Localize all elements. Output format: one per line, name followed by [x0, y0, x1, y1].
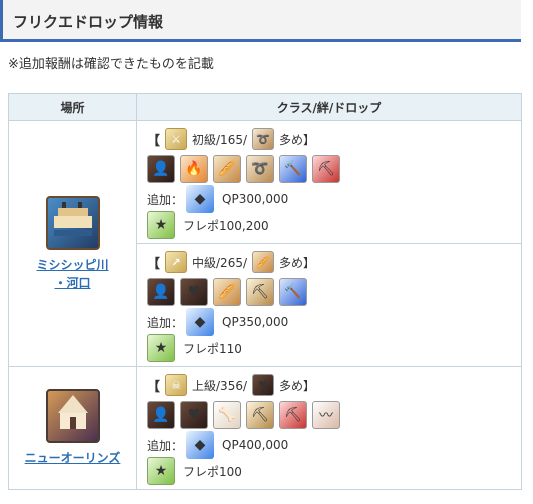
- blue-hammer-icon[interactable]: 🔨: [279, 155, 307, 183]
- pickaxe-icon[interactable]: ⛏: [246, 401, 274, 429]
- extra-reward-line: 追加： ◆ QP350,000: [147, 308, 521, 336]
- quest-info-line: 【 ⚔ 初級/165/ ➰ 多め】: [147, 127, 521, 151]
- place-link-new-orleans[interactable]: ニューオーリンズ: [10, 449, 135, 467]
- bracket-open: 【: [147, 133, 161, 149]
- horn-icon[interactable]: ➰: [246, 155, 274, 183]
- qp-value: QP350,000: [222, 315, 289, 329]
- heart-stone-icon[interactable]: ♥: [180, 278, 208, 306]
- lancer-class-icon: ↗: [165, 251, 188, 273]
- friend-point-line: ★ フレポ100,200: [147, 211, 521, 239]
- friend-point-line: ★ フレポ110: [147, 334, 521, 362]
- quest-info-line: 【 ☠ 上級/356/ ♥ 多め】: [147, 373, 521, 397]
- qp-value: QP400,000: [222, 438, 289, 452]
- add-label: 追加：: [147, 192, 184, 207]
- friend-point-icon: ★: [147, 457, 175, 485]
- friend-point-icon: ★: [147, 334, 175, 362]
- qp-value: QP300,000: [222, 192, 289, 206]
- friend-point-icon: ★: [147, 211, 175, 239]
- new-orleans-icon: [45, 389, 100, 443]
- quest-info-line: 【 ↗ 中級/265/ 🥖 多め】: [147, 250, 521, 274]
- place-line: ニューオーリンズ: [24, 451, 121, 465]
- drop-items: 👤 ♥ 🥖 ⛏ 🔨: [147, 276, 521, 308]
- add-label: 追加：: [147, 315, 184, 330]
- place-line: ・河口: [54, 275, 91, 290]
- bone-icon[interactable]: 🦴: [213, 401, 241, 429]
- heart-stone-item-icon[interactable]: ♥: [252, 374, 275, 396]
- quest-cell-advanced: 【 ☠ 上級/356/ ♥ 多め】 👤 ♥ 🦴 ⛏ ⛏ 〰 追加： ◆ QP40…: [136, 366, 522, 490]
- quest-level: 初級/165/: [192, 132, 248, 147]
- place-link-mississippi[interactable]: ミシシッピ川 ・河口: [10, 256, 135, 292]
- bread-icon[interactable]: 🥖: [213, 155, 241, 183]
- many-label: 多め】: [279, 255, 316, 270]
- extra-reward-line: 追加： ◆ QP300,000: [147, 185, 521, 213]
- saber-class-icon: ⚔: [165, 128, 188, 150]
- place-cell: ミシシッピ川 ・河口: [8, 120, 137, 367]
- blue-hammer-icon[interactable]: 🔨: [279, 278, 307, 306]
- quest-cell-beginner: 【 ⚔ 初級/165/ ➰ 多め】 👤 🔥 🥖 ➰ 🔨 ⛏ 追加： ◆ QP30…: [136, 120, 522, 244]
- qp-gem-icon: ◆: [186, 185, 215, 213]
- quest-level: 中級/265/: [192, 255, 248, 270]
- servant-icon[interactable]: 👤: [147, 278, 175, 306]
- table-row: ニューオーリンズ 【 ☠ 上級/356/ ♥ 多め】 👤 ♥ 🦴 ⛏ ⛏ 〰 追…: [8, 366, 522, 490]
- bread-icon[interactable]: 🥖: [213, 278, 241, 306]
- horn-item-icon[interactable]: ➰: [252, 128, 275, 150]
- header-place: 場所: [8, 93, 137, 121]
- header-class-drop: クラス/絆/ドロップ: [136, 93, 522, 121]
- fp-value: フレポ100: [183, 464, 242, 479]
- note-text: ※追加報酬は確認できたものを記載: [8, 57, 214, 72]
- drop-items: 👤 🔥 🥖 ➰ 🔨 ⛏: [147, 153, 521, 185]
- place-cell: ニューオーリンズ: [8, 366, 137, 490]
- quest-cell-intermediate: 【 ↗ 中級/265/ 🥖 多め】 👤 ♥ 🥖 ⛏ 🔨 追加： ◆ QP350,…: [136, 243, 522, 367]
- heart-stone-icon[interactable]: ♥: [180, 401, 208, 429]
- fp-value: フレポ100,200: [183, 218, 269, 233]
- bracket-open: 【: [147, 379, 161, 395]
- whip-icon[interactable]: 〰: [312, 401, 340, 429]
- red-shovel-icon[interactable]: ⛏: [312, 155, 340, 183]
- extra-reward-line: 追加： ◆ QP400,000: [147, 431, 521, 459]
- flame-feather-icon[interactable]: 🔥: [180, 155, 208, 183]
- berserker-class-icon: ☠: [165, 374, 188, 396]
- drop-items: 👤 ♥ 🦴 ⛏ ⛏ 〰: [147, 399, 521, 431]
- mississippi-river-icon: [45, 195, 100, 250]
- fp-value: フレポ110: [183, 341, 242, 356]
- section-heading: フリクエドロップ情報: [0, 0, 521, 42]
- many-label: 多め】: [279, 378, 316, 393]
- qp-gem-icon: ◆: [186, 308, 215, 336]
- quest-level: 上級/356/: [192, 378, 248, 393]
- drop-table: 場所 クラス/絆/ドロップ ミシシッピ川 ・河口 【 ⚔ 初級/165/ ➰ 多…: [8, 93, 522, 490]
- place-line: ミシシッピ川: [36, 257, 109, 272]
- bracket-open: 【: [147, 256, 161, 272]
- table-row: ミシシッピ川 ・河口 【 ⚔ 初級/165/ ➰ 多め】 👤 🔥 🥖 ➰ 🔨 ⛏: [8, 120, 522, 367]
- servant-icon[interactable]: 👤: [147, 155, 175, 183]
- add-label: 追加：: [147, 438, 184, 453]
- bread-item-icon[interactable]: 🥖: [252, 251, 275, 273]
- table-header-row: 場所 クラス/絆/ドロップ: [8, 93, 522, 121]
- servant-icon[interactable]: 👤: [147, 401, 175, 429]
- friend-point-line: ★ フレポ100: [147, 457, 521, 485]
- many-label: 多め】: [279, 132, 316, 147]
- qp-gem-icon: ◆: [186, 431, 215, 459]
- red-shovel-icon[interactable]: ⛏: [279, 401, 307, 429]
- pickaxe-icon[interactable]: ⛏: [246, 278, 274, 306]
- heading-title: フリクエドロップ情報: [13, 13, 164, 31]
